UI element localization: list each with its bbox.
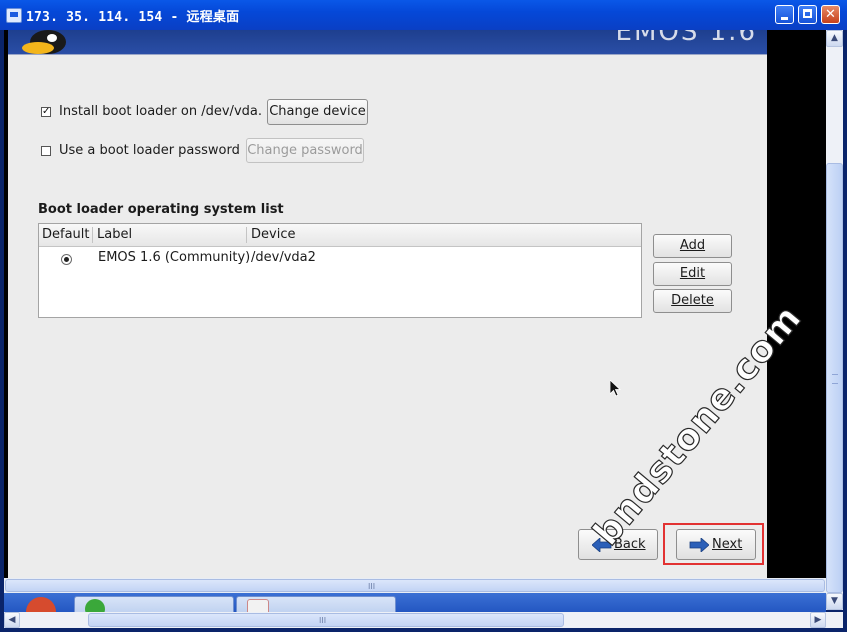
window-title: 173. 35. 114. 154 - 远程桌面 bbox=[26, 10, 240, 25]
scroll-up-button[interactable]: ▲ bbox=[826, 30, 843, 47]
edit-button[interactable]: Edit bbox=[653, 262, 732, 286]
maximize-button[interactable] bbox=[798, 5, 817, 24]
delete-label: Delete bbox=[671, 293, 714, 308]
os-list-title: Boot loader operating system list bbox=[38, 202, 284, 217]
os-list-header: Default Label Device bbox=[39, 224, 641, 247]
install-bootloader-checkbox[interactable]: ✓ bbox=[41, 107, 51, 117]
vertical-scrollbar[interactable]: ▲ ▼ bbox=[826, 30, 843, 610]
close-icon: ✕ bbox=[825, 7, 836, 22]
column-divider bbox=[92, 227, 93, 243]
change-password-button[interactable]: Change password bbox=[246, 138, 364, 163]
next-highlight-box bbox=[663, 523, 764, 565]
start-orb-icon[interactable] bbox=[26, 597, 56, 612]
mouse-cursor-icon bbox=[610, 380, 622, 397]
product-brand: EMOS 1.6 bbox=[615, 30, 757, 47]
edit-label: Edit bbox=[679, 266, 706, 281]
column-header-default[interactable]: Default bbox=[42, 227, 90, 242]
app-icon bbox=[247, 599, 269, 612]
os-list: Default Label Device EMOS 1.6 (Community… bbox=[38, 223, 642, 318]
bootloader-password-checkbox[interactable] bbox=[41, 146, 51, 156]
grip-icon: III bbox=[319, 616, 327, 625]
install-bootloader-label: Install boot loader on /dev/vda. bbox=[59, 104, 262, 119]
scroll-right-button[interactable]: ▶ bbox=[810, 612, 826, 628]
scroll-left-button[interactable]: ◀ bbox=[4, 612, 20, 628]
default-os-radio[interactable] bbox=[61, 254, 72, 265]
remote-taskbar bbox=[4, 593, 826, 612]
minimize-button[interactable] bbox=[775, 5, 794, 24]
inner-horizontal-scrollbar[interactable]: III bbox=[4, 578, 826, 593]
maximize-icon bbox=[803, 9, 812, 18]
outer-horizontal-scrollbar[interactable]: ◀ III ▶ bbox=[4, 612, 843, 628]
scroll-down-button[interactable]: ▼ bbox=[826, 593, 843, 610]
bootloader-password-label: Use a boot loader password bbox=[59, 143, 240, 158]
vertical-scroll-thumb[interactable] bbox=[826, 163, 843, 593]
grip-icon bbox=[832, 374, 838, 384]
close-button[interactable]: ✕ bbox=[821, 5, 840, 24]
add-button[interactable]: Add bbox=[653, 234, 732, 258]
taskbar-item[interactable] bbox=[236, 596, 396, 612]
delete-button[interactable]: Delete bbox=[653, 289, 732, 313]
column-header-device[interactable]: Device bbox=[251, 227, 295, 242]
remote-desktop-icon bbox=[6, 8, 22, 23]
inner-horizontal-scroll-thumb[interactable]: III bbox=[5, 579, 825, 592]
minimize-icon bbox=[781, 17, 788, 20]
change-device-button[interactable]: Change device bbox=[267, 99, 368, 125]
os-label-cell: EMOS 1.6 (Community) bbox=[98, 250, 251, 265]
penguin-logo-icon bbox=[22, 30, 66, 54]
grip-icon: III bbox=[368, 582, 376, 591]
app-icon bbox=[85, 599, 105, 612]
add-label: Add bbox=[679, 238, 706, 253]
os-device-cell: /dev/vda2 bbox=[251, 250, 316, 265]
column-header-label[interactable]: Label bbox=[97, 227, 132, 242]
remote-desktop-titlebar[interactable]: 173. 35. 114. 154 - 远程桌面 ✕ bbox=[0, 0, 847, 30]
taskbar-item[interactable] bbox=[74, 596, 234, 612]
column-divider bbox=[246, 227, 247, 243]
outer-horizontal-scroll-thumb[interactable]: III bbox=[88, 613, 564, 627]
installer-header: EMOS 1.6 bbox=[8, 30, 767, 55]
radio-dot-icon bbox=[64, 257, 69, 262]
